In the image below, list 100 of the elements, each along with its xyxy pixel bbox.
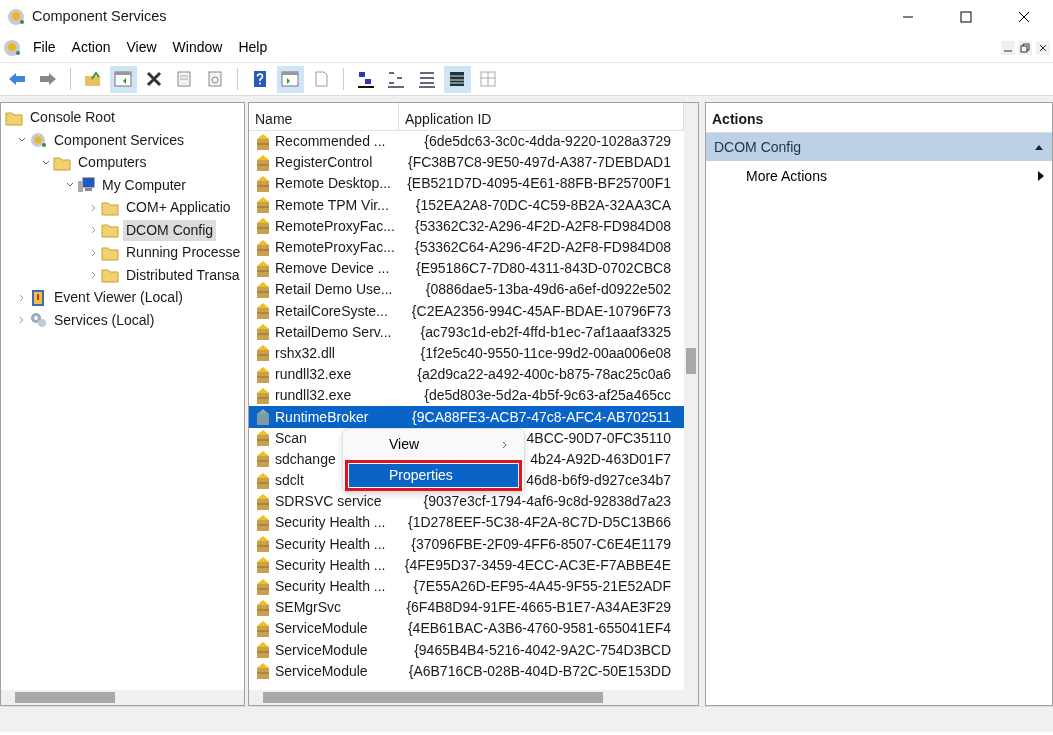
tree-item[interactable]: Running Processe [123, 242, 244, 264]
tree-item[interactable]: Distributed Transa [123, 264, 243, 286]
table-cell[interactable]: RetailDemo Serv... [275, 321, 392, 343]
table-cell[interactable]: sdclt [275, 470, 304, 492]
table-cell-text: {0886dae5-13ba-49d6-a6ef-d0922e502 [425, 280, 671, 300]
table-cell[interactable]: RetailCoreSyste... [275, 300, 388, 322]
restore-icon [1018, 40, 1032, 55]
table-cell[interactable]: Scan [275, 427, 307, 449]
table-cell-text: {de5d803e-5d2a-4b5f-9c63-af25a465cc [424, 386, 671, 406]
properties-icon [174, 69, 194, 89]
scrollbar[interactable] [1, 690, 244, 705]
table-cell-text: {37096FBE-2F09-4FF6-8507-C6E4E1179 [411, 534, 671, 554]
package-icon [255, 471, 271, 490]
table-cell[interactable]: ServiceModule [275, 660, 368, 682]
column-header[interactable]: Name [249, 103, 399, 130]
table-cell[interactable]: Retail Demo Use... [275, 279, 393, 301]
package-icon [255, 196, 271, 215]
tree-item[interactable]: Component Services [51, 129, 187, 151]
menu-item[interactable]: View [118, 35, 165, 60]
table-cell[interactable]: Security Health ... [275, 533, 386, 555]
package-icon [255, 153, 271, 172]
table-cell-text: {E95186C7-7D80-4311-843D-0702CBC8 [415, 259, 671, 279]
app-icon [7, 7, 25, 26]
menu-item[interactable]: Window [164, 35, 231, 60]
app-icon [3, 38, 21, 57]
table-cell-text: {1f2e5c40-9550-11ce-99d2-00aa006e08 [420, 343, 671, 363]
table-cell[interactable]: sdchange [275, 448, 336, 470]
table-cell[interactable]: Remote TPM Vir... [275, 194, 389, 216]
table-cell[interactable]: Security Health ... [275, 576, 386, 598]
table-cell-text: {A6B716CB-028B-404D-B72C-50E153DD [408, 661, 671, 681]
package-icon [255, 386, 271, 405]
table-cell-text: {7E55A26D-EF95-4A45-9F55-21E52ADF [413, 577, 671, 597]
tree-item[interactable]: Console Root [27, 107, 118, 129]
table-cell-text: {9037e3cf-1794-4af6-9c8d-92838d7a23 [423, 492, 671, 512]
table-cell[interactable]: ServiceModule [275, 618, 368, 640]
table-cell-text: {6de5dc63-3c0c-4dda-9220-1028a3729 [424, 132, 671, 152]
table-cell[interactable]: rshx32.dll [275, 342, 335, 364]
table-cell[interactable]: RuntimeBroker [275, 406, 369, 428]
list-icon [416, 69, 437, 89]
close-icon [1035, 40, 1050, 55]
table-cell[interactable]: Remove Device ... [275, 258, 390, 280]
folder-up-icon [82, 69, 103, 89]
scrollbar[interactable] [684, 103, 698, 690]
package-icon [255, 238, 271, 257]
package-icon [255, 344, 271, 363]
window-title: Component Services [32, 6, 167, 26]
folder-icon [101, 266, 119, 285]
table-cell[interactable]: ServiceModule [275, 639, 368, 661]
package-icon [255, 429, 271, 448]
table-cell-text: {9465B4B4-5216-4042-9A2C-754D3BCD [414, 640, 671, 660]
tree-item[interactable]: Event Viewer (Local) [51, 287, 186, 309]
package-icon [255, 513, 271, 532]
table-cell[interactable]: RemoteProxyFac... [275, 237, 395, 259]
action-pane-icon [280, 69, 300, 89]
table-cell[interactable]: RegisterControl [275, 152, 373, 174]
package-icon [255, 598, 271, 617]
tree-item[interactable]: COM+ Applicatio [123, 197, 234, 219]
table-cell[interactable]: Remote Desktop... [275, 173, 391, 195]
table-cell[interactable]: Security Health ... [275, 554, 386, 576]
table-cell-text: {6F4B8D94-91FE-4665-B1E7-A34AE3F29 [406, 598, 671, 618]
table-cell-text: {53362C64-A296-4F2D-A2F8-FD984D08 [414, 238, 671, 258]
package-icon [255, 535, 271, 554]
table-cell[interactable]: RemoteProxyFac... [275, 215, 395, 237]
package-icon [255, 619, 271, 638]
table-cell[interactable]: SDRSVC service [275, 491, 382, 513]
table-cell-text: {EB521D7D-4095-4E61-88FB-BF25700F1 [407, 174, 671, 194]
scrollbar[interactable] [249, 690, 698, 705]
menu-item[interactable]: Action [63, 35, 119, 60]
package-icon [255, 132, 271, 151]
package-icon [255, 662, 271, 681]
tree-item[interactable]: Services (Local) [51, 309, 158, 331]
package-icon [255, 174, 271, 193]
table-cell[interactable]: rundll32.exe [275, 364, 352, 386]
menu-item[interactable]: File [25, 35, 64, 60]
menu-label: Properties [389, 466, 453, 485]
table-cell[interactable]: rundll32.exe [275, 385, 352, 407]
table-cell[interactable]: Recommended ... [275, 131, 386, 153]
table-cell-text: {53362C32-A296-4F2D-A2F8-FD984D08 [414, 216, 671, 236]
package-icon [255, 259, 271, 278]
table-cell[interactable]: Security Health ... [275, 512, 386, 534]
menu-item[interactable]: View [349, 433, 518, 456]
package-icon [255, 217, 271, 236]
minimize-icon [1000, 40, 1015, 55]
menu-label: View [389, 435, 420, 454]
tree-item[interactable]: Computers [75, 152, 150, 174]
action-group-header[interactable]: DCOM Config [706, 133, 1052, 161]
large-icons-icon [355, 69, 376, 89]
toolbar-button[interactable] [443, 65, 471, 93]
menu-item[interactable]: Help [230, 35, 276, 60]
tree-item[interactable]: My Computer [99, 174, 190, 196]
group-label: DCOM Config [714, 137, 802, 157]
table-cell-text: {4EB61BAC-A3B6-4760-9581-655041EF4 [407, 619, 671, 639]
package-icon [255, 323, 271, 342]
table-cell[interactable]: SEMgrSvc [275, 597, 342, 619]
package-icon [255, 450, 271, 469]
folder-icon [101, 221, 119, 240]
tree-item[interactable]: DCOM Config [123, 219, 217, 241]
gears-icon [29, 311, 47, 330]
action-item[interactable]: More Actions [706, 161, 1052, 191]
event-viewer-icon [29, 288, 47, 307]
